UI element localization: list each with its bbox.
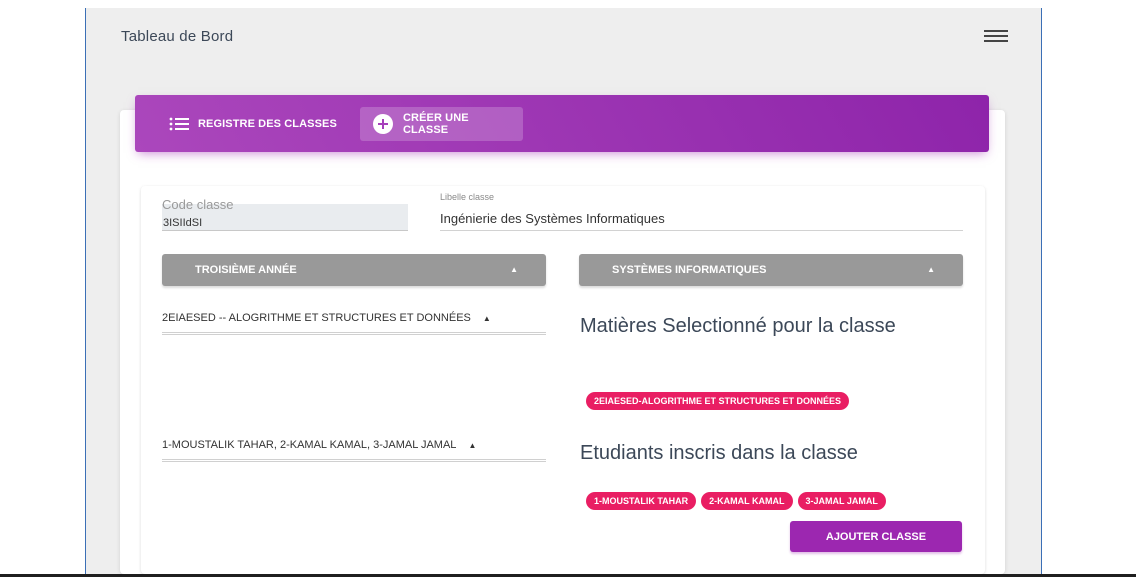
card-header-tabs: REGISTRE DES CLASSES CRÉER UNE CLASSE — [135, 95, 989, 152]
tab-creer-une-classe[interactable]: CRÉER UNE CLASSE — [360, 107, 523, 141]
etudiants-chips: 1-MOUSTALIK TAHAR 2-KAMAL KAMAL 3-JAMAL … — [586, 492, 886, 510]
app-window: Tableau de Bord REGISTRE DES CLASSES CRÉ… — [85, 8, 1042, 574]
student-chip[interactable]: 2-KAMAL KAMAL — [701, 492, 793, 510]
tab-registre-label: REGISTRE DES CLASSES — [198, 118, 337, 130]
matieres-chips: 2EIAESED-ALOGRITHME ET STRUCTURES ET DON… — [586, 392, 850, 410]
student-chip[interactable]: 3-JAMAL JAMAL — [797, 492, 886, 510]
matieres-picker[interactable]: 2EIAESED -- ALOGRITHME ET STRUCTURES ET … — [162, 312, 546, 335]
list-icon — [169, 117, 189, 131]
caret-up-icon: ▲ — [927, 265, 935, 274]
libelle-classe-field[interactable] — [440, 206, 963, 231]
tab-registre-des-classes[interactable]: REGISTRE DES CLASSES — [157, 107, 349, 141]
etudiants-picker[interactable]: 1-MOUSTALIK TAHAR, 2-KAMAL KAMAL, 3-JAMA… — [162, 439, 546, 462]
niveau-select[interactable]: TROISIÈME ANNÉE ▲ — [162, 254, 546, 286]
caret-up-icon: ▲ — [468, 441, 477, 450]
libelle-classe-label: Libelle classe — [440, 192, 495, 202]
etudiants-section-title: Etudiants inscris dans la classe — [580, 442, 858, 464]
matieres-section-title: Matières Selectionné pour la classe — [580, 315, 896, 337]
hamburger-menu-icon[interactable] — [984, 30, 1008, 44]
caret-up-icon: ▲ — [482, 314, 491, 323]
tab-creer-label: CRÉER UNE CLASSE — [403, 112, 469, 136]
code-classe-label: Code classe — [162, 197, 234, 212]
niveau-select-label: TROISIÈME ANNÉE — [195, 264, 297, 276]
filiere-select[interactable]: SYSTÈMES INFORMATIQUES ▲ — [579, 254, 963, 286]
add-circle-icon — [372, 113, 394, 135]
matiere-chip[interactable]: 2EIAESED-ALOGRITHME ET STRUCTURES ET DON… — [586, 392, 850, 410]
ajouter-classe-button[interactable]: AJOUTER CLASSE — [790, 521, 962, 552]
class-form: Code classe Libelle classe TROISIÈME ANN… — [141, 186, 985, 574]
etudiants-picker-value: 1-MOUSTALIK TAHAR, 2-KAMAL KAMAL, 3-JAMA… — [162, 439, 457, 451]
filiere-select-label: SYSTÈMES INFORMATIQUES — [612, 264, 767, 276]
student-chip[interactable]: 1-MOUSTALIK TAHAR — [586, 492, 697, 510]
matieres-picker-value: 2EIAESED -- ALOGRITHME ET STRUCTURES ET … — [162, 312, 471, 324]
page-title: Tableau de Bord — [121, 28, 234, 45]
caret-up-icon: ▲ — [510, 265, 518, 274]
